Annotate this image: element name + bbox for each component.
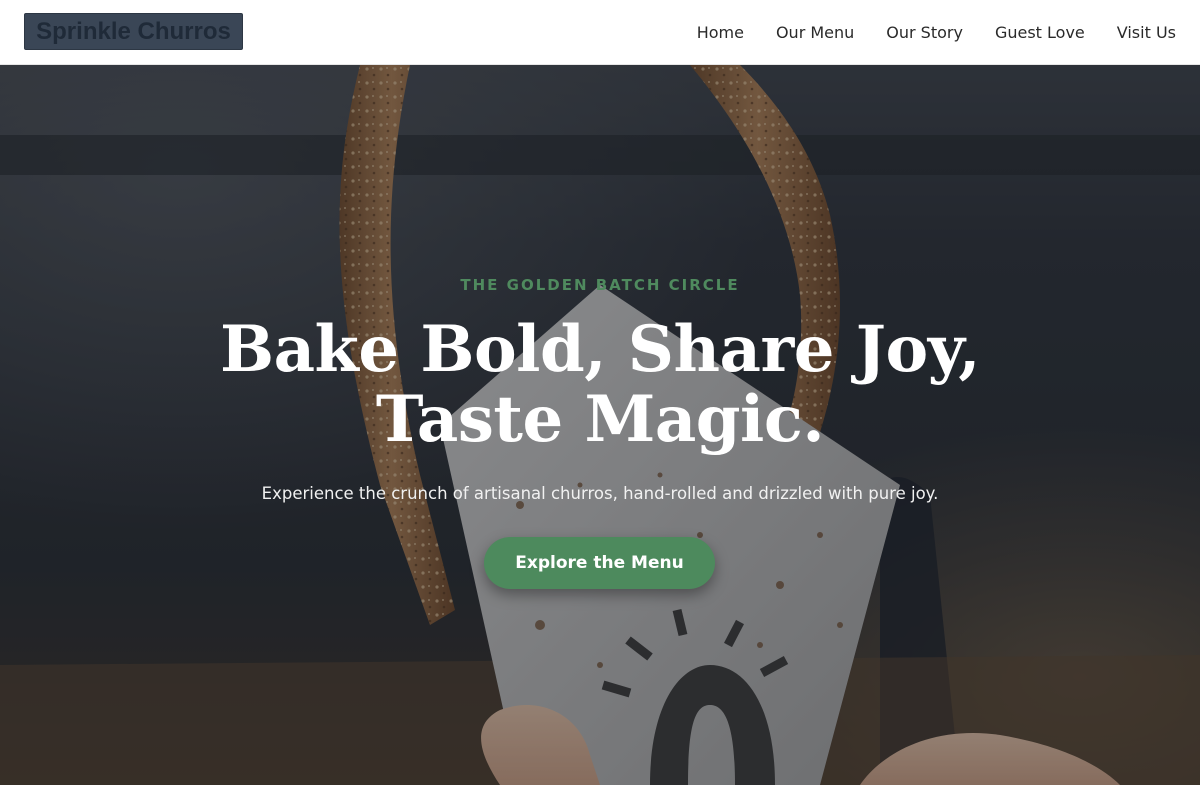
hero-headline: Bake Bold, Share Joy, Taste Magic. xyxy=(100,315,1100,455)
main-nav: Home Our Menu Our Story Guest Love Visit… xyxy=(697,0,1176,64)
hero-eyebrow: THE GOLDEN BATCH CIRCLE xyxy=(460,276,740,294)
site-header: Sprinkle Churros Home Our Menu Our Story… xyxy=(0,0,1200,65)
hero-subtitle: Experience the crunch of artisanal churr… xyxy=(261,484,939,503)
below-hero-strip xyxy=(0,785,1200,800)
brand-logo[interactable]: Sprinkle Churros xyxy=(24,13,243,50)
nav-link-our-story[interactable]: Our Story xyxy=(886,23,963,42)
hero-headline-line-1: Bake Bold, Share Joy, xyxy=(219,312,981,387)
nav-link-home[interactable]: Home xyxy=(697,23,744,42)
nav-link-visit-us[interactable]: Visit Us xyxy=(1117,23,1176,42)
nav-link-our-menu[interactable]: Our Menu xyxy=(776,23,854,42)
hero-headline-line-2: Taste Magic. xyxy=(375,382,825,457)
hero-section: THE GOLDEN BATCH CIRCLE Bake Bold, Share… xyxy=(0,65,1200,785)
explore-menu-button[interactable]: Explore the Menu xyxy=(484,537,715,589)
nav-link-guest-love[interactable]: Guest Love xyxy=(995,23,1085,42)
hero-content: THE GOLDEN BATCH CIRCLE Bake Bold, Share… xyxy=(0,65,1200,785)
